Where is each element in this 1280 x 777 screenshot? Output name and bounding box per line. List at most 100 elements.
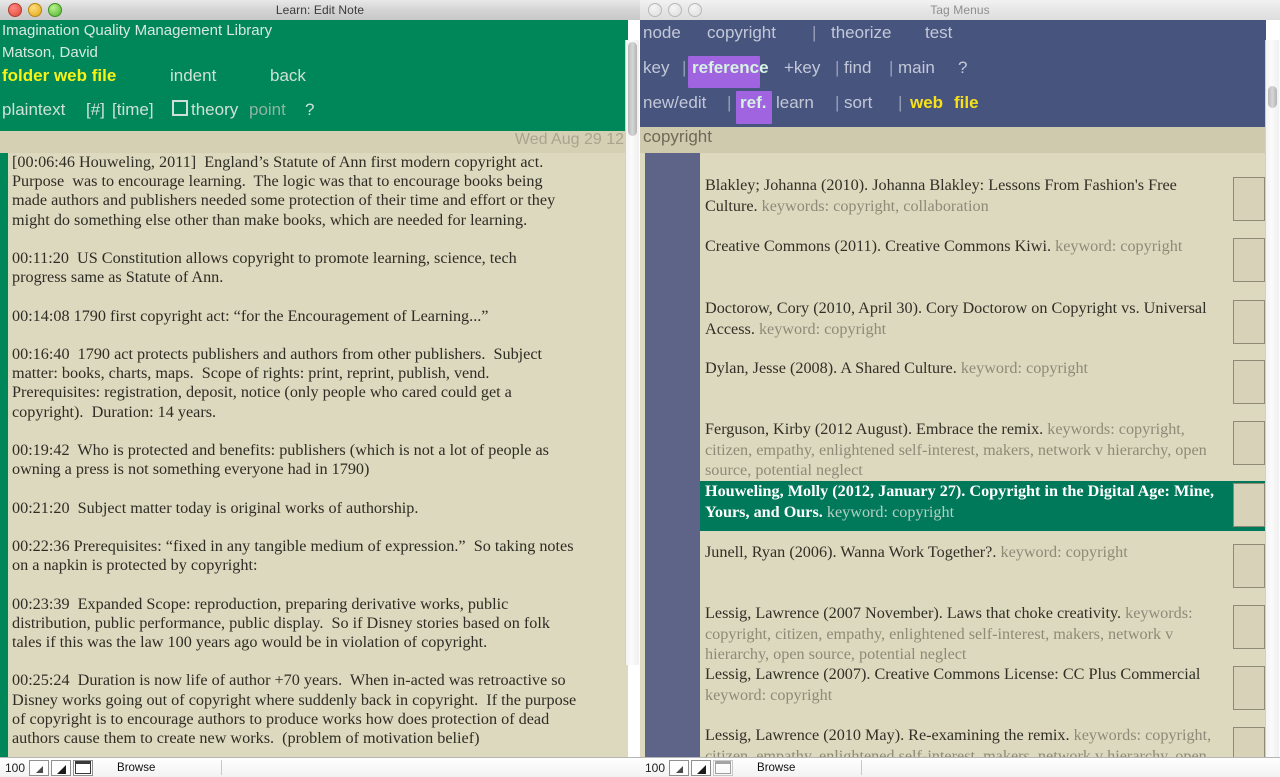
zoom-level-left[interactable]: 100 (0, 761, 29, 775)
tag-learn-button[interactable]: learn (776, 93, 814, 113)
tag-reference-button[interactable]: reference (692, 58, 769, 78)
minimize-button[interactable] (28, 3, 42, 17)
reference-keywords: keyword: copyright (1000, 543, 1128, 561)
help-button[interactable]: ? (305, 100, 314, 120)
reference-entry[interactable]: Junell, Ryan (2006). Wanna Work Together… (705, 542, 1228, 563)
reference-entry[interactable]: Doctorow, Cory (2010, April 30). Cory Do… (705, 298, 1228, 339)
reference-row[interactable]: Lessig, Lawrence (2007). Creative Common… (700, 664, 1266, 710)
reference-row[interactable]: Lessig, Lawrence (2007 November). Laws t… (700, 603, 1266, 669)
tag-menu-row-2: key | reference +key | find | main ? (640, 56, 1266, 88)
reference-citation: Junell, Ryan (2006). Wanna Work Together… (705, 543, 1001, 561)
form-view-icon[interactable] (29, 759, 50, 776)
zoom-button-inactive[interactable] (688, 3, 702, 17)
reference-list[interactable]: Blakley; Johanna (2010). Johanna Blakley… (700, 153, 1266, 777)
form-view-icon[interactable] (669, 759, 690, 776)
tag-sort-button[interactable]: sort (844, 93, 872, 113)
indent-button[interactable]: indent (170, 66, 216, 86)
note-text-area[interactable]: [00:06:46 Houweling, 2011] England’s Sta… (0, 153, 628, 777)
time-token-button[interactable]: [time] (112, 100, 154, 120)
tag-addkey-button[interactable]: +key (784, 58, 820, 78)
reference-citation: Houweling, Molly (2012, January 27). Cop… (705, 482, 1214, 521)
reference-list-area[interactable]: Blakley; Johanna (2010). Johanna Blakley… (640, 153, 1266, 777)
plaintext-button[interactable]: plaintext (2, 100, 65, 120)
window-controls-right (640, 3, 702, 17)
theory-checkbox[interactable] (172, 100, 189, 120)
mode-label-left[interactable]: Browse (109, 760, 223, 775)
tag-new-edit-button[interactable]: new/edit (643, 93, 706, 113)
reference-thumbnail-box[interactable] (1233, 300, 1265, 344)
back-button[interactable]: back (270, 66, 306, 86)
folder-web-file-button[interactable]: folder web file (2, 66, 116, 86)
tag-web-button[interactable]: web (910, 93, 943, 113)
list-view-icon[interactable] (51, 759, 72, 776)
reference-thumbnail-box[interactable] (1233, 483, 1265, 527)
reference-entry[interactable]: Dylan, Jesse (2008). A Shared Culture. k… (705, 358, 1228, 379)
tag-main-button[interactable]: main (898, 58, 935, 78)
tag-file-button[interactable]: file (954, 93, 979, 113)
reference-thumbnail-box[interactable] (1233, 666, 1265, 710)
reference-row[interactable]: Creative Commons (2011). Creative Common… (700, 236, 1266, 262)
reference-entry[interactable]: Houweling, Molly (2012, January 27). Cop… (705, 481, 1228, 522)
reference-thumbnail-box[interactable] (1233, 238, 1265, 282)
point-button[interactable]: point (249, 100, 286, 120)
reference-entry[interactable]: Lessig, Lawrence (2007). Creative Common… (705, 664, 1228, 705)
reference-row[interactable]: Dylan, Jesse (2008). A Shared Culture. k… (700, 358, 1266, 384)
reference-entry[interactable]: Creative Commons (2011). Creative Common… (705, 236, 1228, 257)
reference-thumbnail-box[interactable] (1233, 605, 1265, 649)
note-gutter-bar (0, 153, 8, 777)
tag-menu-row-1: node copyright | theorize test (640, 23, 1266, 53)
titlebar-tag-menus[interactable]: Tag Menus (640, 0, 1280, 21)
reference-entry[interactable]: Ferguson, Kirby (2012 August). Embrace t… (705, 419, 1228, 481)
reference-citation: Lessig, Lawrence (2007 November). Laws t… (705, 604, 1126, 622)
edit-note-body: Imagination Quality Management Library M… (0, 20, 640, 777)
tag-ref-button[interactable]: ref. (740, 93, 766, 113)
scrollbar-thumb[interactable] (1268, 86, 1277, 108)
mode-label-right[interactable]: Browse (749, 760, 863, 775)
tag-copyright-button[interactable]: copyright (707, 23, 776, 43)
view-mode-icons-right (669, 759, 734, 776)
tag-node-button[interactable]: node (643, 23, 681, 43)
window-edit-note: Learn: Edit Note Imagination Quality Man… (0, 0, 640, 777)
table-view-icon[interactable] (713, 759, 734, 776)
theory-button[interactable]: theory (191, 100, 238, 120)
statusbar-tag-menus: 100 Browse (640, 757, 1280, 777)
scrollbar-thumb[interactable] (628, 42, 637, 136)
reference-row[interactable]: Doctorow, Cory (2010, April 30). Cory Do… (700, 298, 1266, 344)
zoom-level-right[interactable]: 100 (640, 761, 669, 775)
reference-citation: Lessig, Lawrence (2010 May). Re-examinin… (705, 726, 1074, 744)
tag-help-button[interactable]: ? (958, 58, 967, 78)
note-content[interactable]: [00:06:46 Houweling, 2011] England’s Sta… (12, 153, 620, 748)
minimize-button-inactive[interactable] (668, 3, 682, 17)
checkbox-icon[interactable] (172, 100, 188, 116)
tag-test-button[interactable]: test (925, 23, 952, 43)
reference-row[interactable]: Ferguson, Kirby (2012 August). Embrace t… (700, 419, 1266, 485)
tag-theorize-button[interactable]: theorize (831, 23, 891, 43)
reference-thumbnail-box[interactable] (1233, 360, 1265, 404)
reference-row[interactable]: Houweling, Molly (2012, January 27). Cop… (700, 481, 1266, 531)
view-mode-icons-left (29, 759, 94, 776)
window-controls-left (0, 3, 62, 17)
reference-entry[interactable]: Lessig, Lawrence (2007 November). Laws t… (705, 603, 1228, 665)
reference-thumbnail-box[interactable] (1233, 544, 1265, 588)
tag-find-button[interactable]: find (844, 58, 871, 78)
tag-key-button[interactable]: key (643, 58, 669, 78)
zoom-button[interactable] (48, 3, 62, 17)
library-breadcrumb: Imagination Quality Management Library (2, 22, 273, 39)
titlebar-edit-note[interactable]: Learn: Edit Note (0, 0, 640, 21)
table-view-icon[interactable] (73, 759, 94, 776)
reference-entry[interactable]: Blakley; Johanna (2010). Johanna Blakley… (705, 175, 1228, 216)
note-vertical-scrollbar[interactable] (625, 40, 639, 665)
reference-row[interactable]: Junell, Ryan (2006). Wanna Work Together… (700, 542, 1266, 568)
separator-1: | (812, 23, 817, 42)
number-token-button[interactable]: [#] (86, 100, 105, 120)
reference-thumbnail-box[interactable] (1233, 177, 1265, 221)
reference-keywords: keyword: copyright (758, 319, 887, 338)
tag-menu-row-3: new/edit | ref. learn | sort | web file (640, 91, 1266, 124)
reference-thumbnail-box[interactable] (1233, 421, 1265, 465)
list-view-icon[interactable] (691, 759, 712, 776)
reference-row[interactable]: Blakley; Johanna (2010). Johanna Blakley… (700, 175, 1266, 221)
tag-menus-vertical-scrollbar[interactable] (1265, 40, 1279, 777)
close-button[interactable] (8, 3, 22, 17)
close-button-inactive[interactable] (648, 3, 662, 17)
reference-citation: Ferguson, Kirby (2012 August). Embrace t… (705, 420, 1048, 438)
